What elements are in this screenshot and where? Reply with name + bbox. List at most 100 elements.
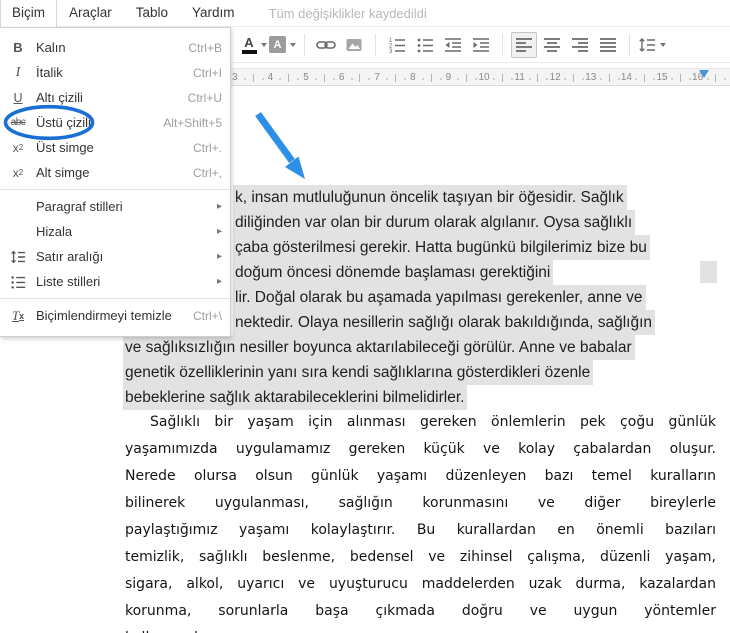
menu-item-italik[interactable]: I İtalik Ctrl+I — [0, 60, 230, 85]
numbered-list-button[interactable]: 1 2 3 — [384, 32, 410, 58]
chevron-down-icon — [261, 43, 267, 47]
menubar-item-yardim[interactable]: Yardım — [180, 0, 247, 26]
menu-item-label: Üstü çizili — [36, 115, 155, 130]
decrease-indent-icon — [444, 36, 462, 54]
ruler-number: 7 — [374, 72, 380, 83]
document-text-line[interactable]: çaba gösterilmesi gerekir. Hatta bugünkü… — [233, 235, 650, 260]
document-text-line[interactable]: doğum öncesi dönemde başlaması gerektiği… — [233, 260, 553, 285]
menu-item-label: Üst simge — [36, 140, 185, 155]
menu-shortcut: Ctrl+\ — [193, 309, 222, 323]
increase-indent-button[interactable] — [468, 32, 494, 58]
document-text-line[interactable]: temizlik, sağlıklı beslenme, bedensel ve… — [125, 549, 716, 565]
submenu-arrow-icon: ▸ — [217, 201, 222, 212]
document-text-line[interactable]: yaşamımızda uygulamamız gereken küçük ve… — [125, 441, 716, 457]
document-text-line[interactable]: k, insan mutluluğunun öncelik taşıyan bi… — [233, 185, 627, 210]
highlight-color-button[interactable]: A — [269, 32, 296, 58]
menu-item-ust-simge[interactable]: x2 Üst simge Ctrl+. — [0, 135, 230, 160]
menu-item-label: Liste stilleri — [36, 274, 209, 289]
menu-shortcut: Ctrl+. — [193, 141, 222, 155]
ruler-number: 3 — [232, 72, 238, 83]
toolbar-separator — [502, 34, 503, 56]
strikethrough-icon: abc — [0, 117, 36, 128]
document-text-line[interactable]: Nerede olursa olsun günlük yaşamı düzenl… — [125, 468, 716, 484]
menu-item-satir-araligi[interactable]: Satır aralığı ▸ — [0, 244, 230, 269]
document-text-line[interactable]: bebeklerine sağlık aktarabileceklerini b… — [123, 385, 467, 410]
document-text-line[interactable]: nektedir. Olaya nesillerin sağlığı olara… — [233, 310, 655, 335]
menu-item-label: Kalın — [36, 40, 180, 55]
document-text-line[interactable]: ve sağlıksızlığın nesiller boyunca aktar… — [123, 335, 635, 360]
menu-item-paragraf-stilleri[interactable]: Paragraf stilleri ▸ — [0, 194, 230, 219]
ruler-number: 14 — [621, 72, 632, 83]
submenu-arrow-icon: ▸ — [217, 226, 222, 237]
insert-image-button[interactable] — [341, 32, 367, 58]
align-left-icon — [515, 36, 533, 54]
selection-fragment — [700, 261, 717, 283]
svg-text:3: 3 — [389, 49, 393, 54]
menu-shortcut: Ctrl+B — [188, 41, 222, 55]
menu-item-label: İtalik — [36, 65, 185, 80]
menubar-item-araclar[interactable]: Araçlar — [57, 0, 124, 26]
numbered-list-icon: 1 2 3 — [388, 36, 406, 54]
menu-item-bicimlendirmeyi-temizle[interactable]: Tx Biçimlendirmeyi temizle Ctrl+\ — [0, 303, 230, 328]
image-icon — [345, 36, 363, 54]
toolbar-separator — [375, 34, 376, 56]
submenu-arrow-icon: ▸ — [217, 276, 222, 287]
ruler-number: 12 — [550, 72, 561, 83]
ruler-number: 6 — [339, 72, 345, 83]
menu-item-hizala[interactable]: Hizala ▸ — [0, 219, 230, 244]
menu-item-label: Altı çizili — [36, 90, 180, 105]
document-text-line[interactable]: Sağlıklı bir yaşam için alınması gereken… — [125, 414, 716, 430]
menu-item-label: Satır aralığı — [36, 249, 209, 264]
align-right-icon — [571, 36, 589, 54]
menu-item-kalin[interactable]: B Kalın Ctrl+B — [0, 35, 230, 60]
menu-item-label: Hizala — [36, 224, 209, 239]
link-icon — [316, 36, 336, 54]
align-center-icon — [543, 36, 561, 54]
ruler-number: 10 — [478, 72, 489, 83]
menu-bar: Biçim Araçlar Tablo Yardım Tüm değişikli… — [0, 0, 730, 27]
ruler-number: 8 — [410, 72, 416, 83]
menu-item-label: Biçimlendirmeyi temizle — [36, 308, 185, 323]
bold-icon: B — [0, 40, 36, 55]
ruler-number: 13 — [585, 72, 596, 83]
format-menu: B Kalın Ctrl+B I İtalik Ctrl+I U Altı çi… — [0, 27, 231, 337]
menu-shortcut: Alt+Shift+5 — [163, 116, 222, 130]
right-indent-marker[interactable] — [699, 70, 709, 78]
text-color-icon: A — [242, 36, 257, 54]
menubar-item-tablo[interactable]: Tablo — [124, 0, 180, 26]
bulleted-list-icon — [416, 36, 434, 54]
document-text-line[interactable]: lir. Doğal olarak bu aşamada yapılması g… — [233, 285, 646, 310]
menu-item-liste-stilleri[interactable]: Liste stilleri ▸ — [0, 269, 230, 294]
decrease-indent-button[interactable] — [440, 32, 466, 58]
menu-item-alti-cizili[interactable]: U Altı çizili Ctrl+U — [0, 85, 230, 110]
ruler-number: 11 — [514, 72, 524, 83]
document-text-line[interactable]: paylaştığımız yaşamı kolaylaştırır. Bu k… — [125, 522, 716, 538]
toolbar-separator — [629, 34, 630, 56]
menu-item-ustu-cizili[interactable]: abc Üstü çizili Alt+Shift+5 — [0, 110, 230, 135]
align-left-button[interactable] — [511, 32, 537, 58]
document-text-line[interactable]: genetik özelliklerinin yanı sıra kendi s… — [123, 360, 593, 385]
increase-indent-icon — [472, 36, 490, 54]
ruler-number: 9 — [446, 72, 452, 83]
line-spacing-icon — [0, 249, 36, 265]
highlight-color-icon: A — [269, 36, 286, 53]
align-center-button[interactable] — [539, 32, 565, 58]
clear-formatting-icon: Tx — [0, 308, 36, 324]
align-right-button[interactable] — [567, 32, 593, 58]
text-color-button[interactable]: A — [241, 32, 267, 58]
document-text-line[interactable]: diliğinden var olan bir durum olarak alg… — [233, 210, 635, 235]
document-text-line[interactable]: korunma, sorunlarla başa çıkmada doğru v… — [125, 603, 716, 619]
justify-button[interactable] — [595, 32, 621, 58]
bulleted-list-button[interactable] — [412, 32, 438, 58]
line-spacing-button[interactable] — [638, 32, 666, 58]
document-text-line[interactable]: sigara, alkol, uyarıcı ve uyuşturucu mad… — [125, 576, 716, 592]
google-docs-window: k, insan mutluluğunun öncelik taşıyan bi… — [0, 0, 730, 633]
document-text-line[interactable]: bilinerek uygulanması, sağlığın korunmas… — [125, 495, 716, 511]
menubar-item-bicim[interactable]: Biçim — [0, 0, 57, 27]
menu-shortcut: Ctrl+, — [193, 166, 222, 180]
menu-item-alt-simge[interactable]: x2 Alt simge Ctrl+, — [0, 160, 230, 185]
insert-link-button[interactable] — [313, 32, 339, 58]
ruler-number: 5 — [303, 72, 309, 83]
ruler-number: 4 — [268, 72, 274, 83]
ruler-number: 15 — [656, 72, 667, 83]
